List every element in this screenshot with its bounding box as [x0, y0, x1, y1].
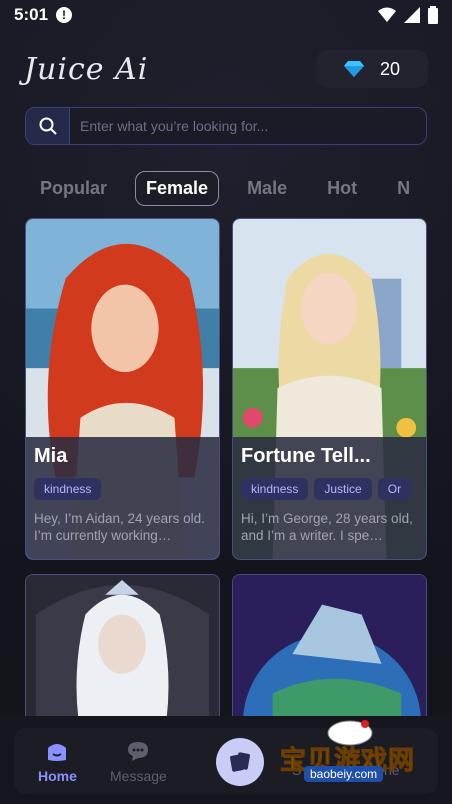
category-tabs: Popular Female Male Hot N	[40, 170, 427, 206]
card-info: Mia kindness Hey, I’m Aidan, 24 years ol…	[26, 437, 219, 559]
tab-male[interactable]: Male	[247, 178, 287, 199]
search-button[interactable]	[26, 108, 70, 144]
card-description: Hi, I’m George, 28 years old, and I’m a …	[241, 511, 413, 543]
tag: kindness	[34, 478, 102, 500]
character-portrait	[26, 575, 219, 718]
character-card[interactable]	[25, 574, 220, 718]
status-bar: 5:01 !	[0, 0, 452, 30]
nav-home[interactable]: Home	[38, 740, 77, 784]
nav-home-label: Home	[38, 768, 77, 784]
character-card[interactable]: Fortune Tell... kindness Justice Or Hi, …	[232, 218, 427, 560]
nav-message-label: Message	[110, 768, 167, 784]
nav-message[interactable]: Message	[110, 740, 167, 784]
header: Juice Ai 20	[24, 50, 428, 88]
signal-icon	[404, 7, 420, 23]
battery-icon	[428, 6, 438, 24]
character-card[interactable]: Mia kindness Hey, I’m Aidan, 24 years ol…	[25, 218, 220, 560]
card-description: Hey, I’m Aidan, 24 years old. I’m curren…	[34, 511, 205, 543]
tab-popular[interactable]: Popular	[40, 178, 107, 199]
tag: Justice	[314, 478, 372, 500]
search-bar	[25, 107, 427, 145]
card-name: Mia	[34, 445, 68, 467]
message-icon	[128, 742, 149, 761]
tab-hot[interactable]: Hot	[327, 178, 357, 199]
tag: kindness	[241, 478, 309, 500]
status-time: 5:01	[14, 5, 49, 24]
wifi-icon	[378, 7, 396, 22]
search-icon	[39, 117, 57, 135]
app-logo: Juice Ai	[24, 51, 149, 87]
character-grid: Mia kindness Hey, I’m Aidan, 24 years ol…	[25, 218, 427, 718]
diamond-icon	[343, 61, 364, 77]
card-name: Fortune Tell...	[241, 445, 371, 467]
gem-balance-button[interactable]: 20	[316, 50, 428, 88]
home-icon	[48, 744, 67, 761]
create-button[interactable]	[216, 738, 264, 786]
cards-icon	[230, 752, 250, 772]
tab-female[interactable]: Female	[135, 170, 220, 206]
watermark: 宝贝游戏网 baobeiy.com	[270, 718, 430, 798]
tag: Or	[377, 478, 412, 500]
card-info: Fortune Tell... kindness Justice Or Hi, …	[233, 437, 426, 559]
alert-icon: !	[56, 7, 73, 23]
search-input[interactable]	[70, 108, 426, 144]
gem-count: 20	[379, 58, 401, 79]
character-portrait	[233, 575, 426, 718]
tab-partial[interactable]: N	[397, 178, 410, 199]
watermark-url: baobeiy.com	[304, 766, 384, 782]
character-card[interactable]	[232, 574, 427, 718]
